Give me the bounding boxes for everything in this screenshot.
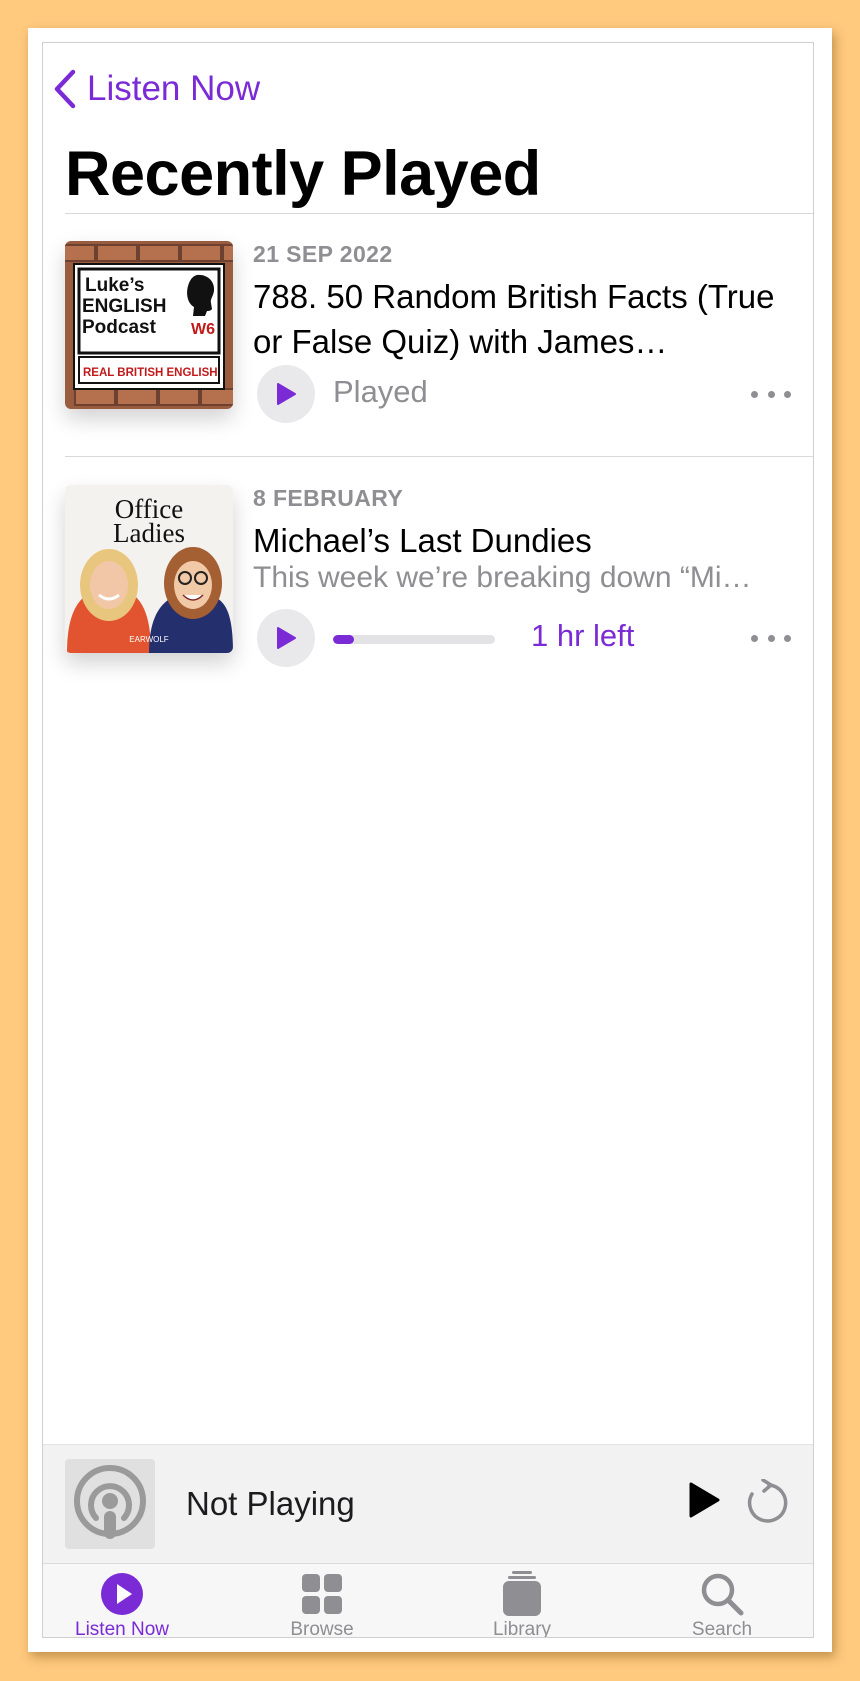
tab-browse[interactable]: Browse xyxy=(232,1572,412,1638)
tab-library[interactable]: Library xyxy=(432,1571,612,1638)
dot xyxy=(767,634,775,642)
mini-player[interactable]: Not Playing xyxy=(43,1444,813,1564)
chevron-left-icon xyxy=(54,69,76,109)
episode-date: 8 FEBRUARY xyxy=(253,485,404,511)
divider xyxy=(65,456,813,457)
tab-listen-now[interactable]: Listen Now xyxy=(43,1572,212,1638)
divider xyxy=(65,213,813,214)
time-left: 1 hr left xyxy=(531,618,635,653)
more-options-button[interactable] xyxy=(751,618,791,658)
back-button[interactable]: Listen Now xyxy=(53,65,260,113)
podcasts-icon xyxy=(74,1465,146,1539)
podcasts-screen: Listen Now Recently Played Luke’s ENGLIS… xyxy=(42,42,814,1638)
dot xyxy=(767,390,775,398)
stack-icon xyxy=(502,1571,542,1616)
tab-bar: Listen Now Browse Library Search xyxy=(43,1563,813,1638)
magnifier-icon xyxy=(700,1572,744,1616)
mini-player-artwork xyxy=(65,1459,155,1549)
grid-icon xyxy=(301,1572,343,1616)
skip-forward-icon xyxy=(747,1478,788,1523)
play-circle-icon xyxy=(100,1572,144,1616)
played-status: Played xyxy=(333,374,428,409)
artwork-show-line: ENGLISH xyxy=(82,296,166,317)
episode-play-button[interactable] xyxy=(257,365,315,423)
tab-label: Library xyxy=(492,1619,552,1638)
tab-label: Browse xyxy=(290,1619,354,1638)
progress-bar xyxy=(333,635,495,644)
play-icon xyxy=(277,383,296,405)
artwork-sign-code: W6 xyxy=(191,321,215,338)
play-icon xyxy=(689,1482,720,1518)
dot xyxy=(784,390,791,398)
artwork-show-line: Ladies xyxy=(113,518,185,548)
episode-date: 21 SEP 2022 xyxy=(253,241,393,267)
dot xyxy=(751,390,758,398)
artwork-show-line: Podcast xyxy=(82,317,157,338)
tab-label: Listen Now xyxy=(75,1619,169,1638)
tab-label: Search xyxy=(691,1619,753,1638)
tab-search[interactable]: Search xyxy=(632,1572,812,1638)
podcast-artwork[interactable]: Office Ladies EARWOLF xyxy=(65,485,233,653)
mini-play-button[interactable] xyxy=(687,1481,721,1524)
skip-forward-button[interactable] xyxy=(743,1478,789,1530)
episode-play-button[interactable] xyxy=(257,609,315,667)
dot xyxy=(784,634,791,642)
more-options-button[interactable] xyxy=(751,374,791,414)
episode-title[interactable]: Michael’s Last Dundies xyxy=(253,518,783,563)
episode-row[interactable]: Luke’s ENGLISH Podcast W6 REAL BRITISH E… xyxy=(65,241,813,456)
artwork-tagline: REAL BRITISH ENGLISH xyxy=(83,367,218,379)
artwork-show-line: Luke’s xyxy=(85,275,145,296)
page-title: Recently Played xyxy=(65,139,541,209)
podcast-artwork[interactable]: Luke’s ENGLISH Podcast W6 REAL BRITISH E… xyxy=(65,241,233,409)
episode-description: This week we’re breaking down “Mi… xyxy=(253,561,752,594)
now-playing-title: Not Playing xyxy=(186,1485,355,1522)
screenshot-frame: Listen Now Recently Played Luke’s ENGLIS… xyxy=(28,28,832,1652)
play-icon xyxy=(277,627,296,649)
episode-row[interactable]: Office Ladies EARWOLF 8 FEBRUARY Michael… xyxy=(65,485,813,700)
dot xyxy=(751,634,758,642)
progress-fill xyxy=(333,635,355,644)
episode-title[interactable]: 788. 50 Random British Facts (True or Fa… xyxy=(253,274,783,364)
back-label: Listen Now xyxy=(87,69,261,108)
artwork-publisher: EARWOLF xyxy=(129,635,169,644)
